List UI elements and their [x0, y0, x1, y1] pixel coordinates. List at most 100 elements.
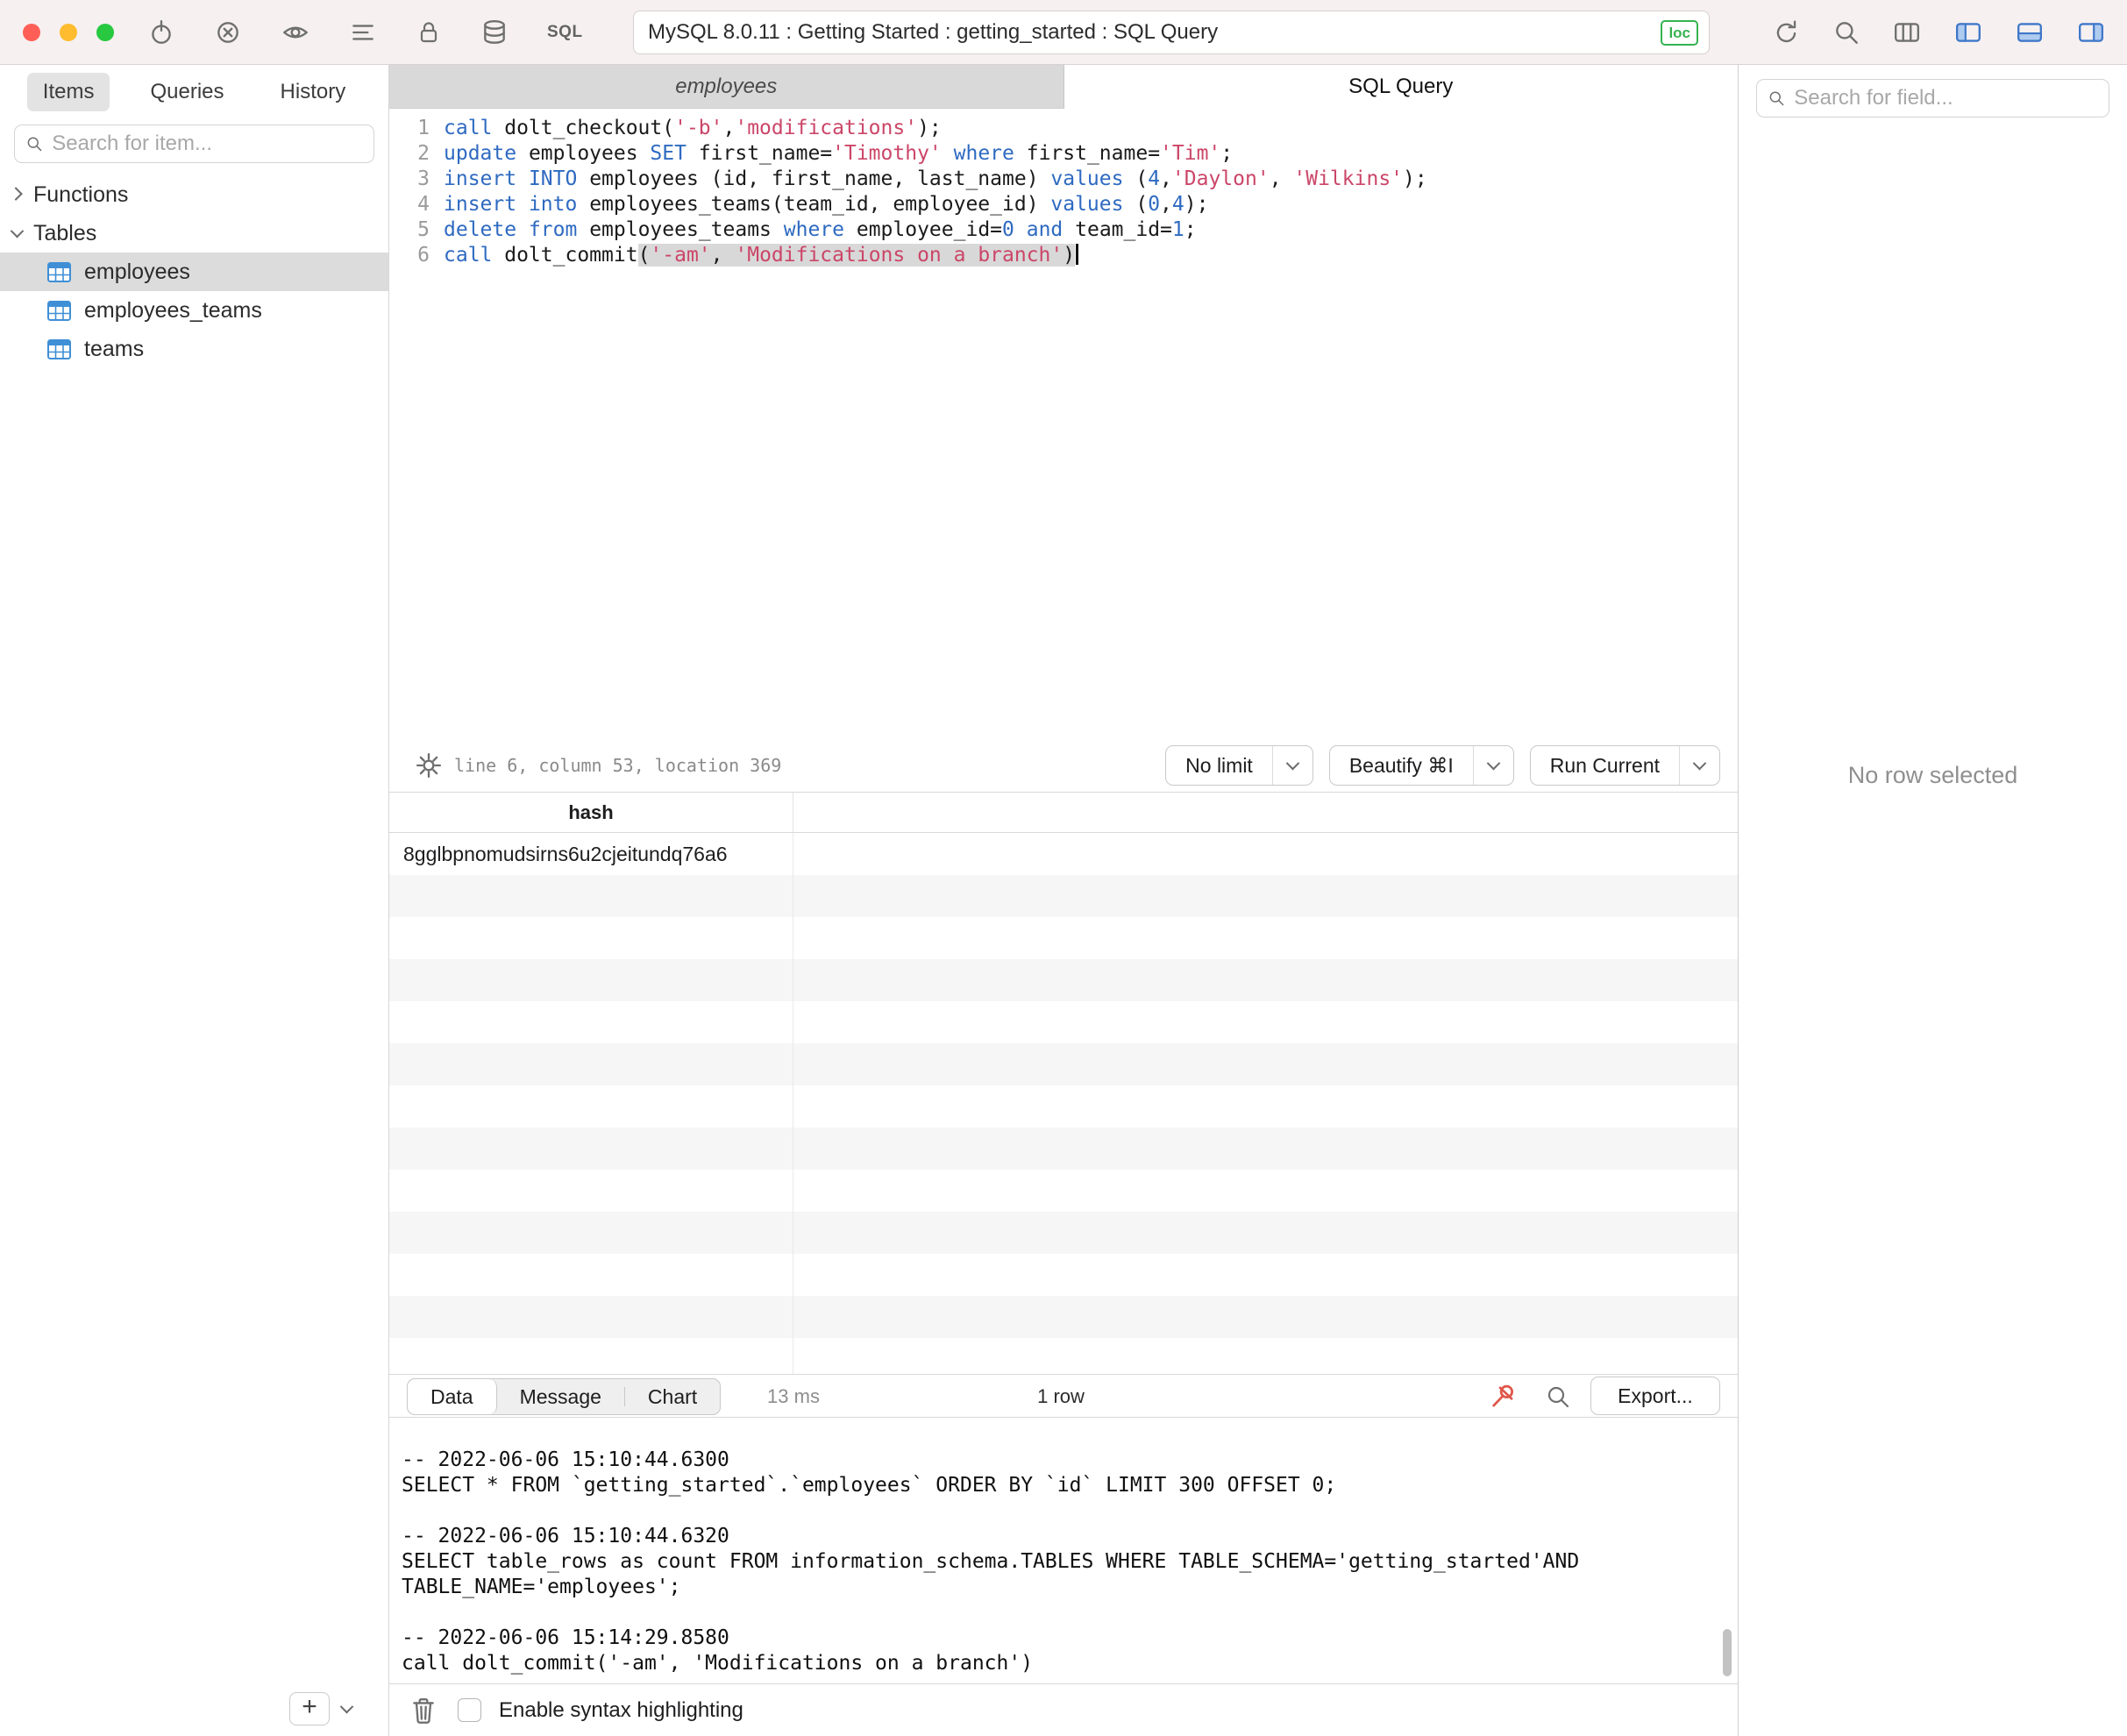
result-tab-data[interactable]: Data — [408, 1379, 497, 1414]
add-item-button[interactable]: + — [289, 1692, 330, 1725]
tab-employees[interactable]: employees — [389, 65, 1064, 109]
table-icon — [47, 261, 71, 282]
app-window: SQL MySQL 8.0.11 : Getting Started : get… — [0, 0, 2127, 1736]
sidebar-section-functions[interactable]: Functions — [0, 175, 388, 214]
trash-icon[interactable] — [410, 1697, 437, 1725]
refresh-icon[interactable] — [1773, 18, 1801, 46]
result-toolbar: Data Message Chart 13 ms 1 row Export... — [389, 1374, 1738, 1418]
sidebar-search-field[interactable] — [14, 125, 374, 163]
result-row — [389, 1001, 1738, 1043]
chevron-down-icon — [1486, 756, 1500, 770]
window-title: MySQL 8.0.11 : Getting Started : getting… — [648, 20, 1219, 44]
export-button[interactable]: Export... — [1590, 1377, 1720, 1415]
syntax-highlighting-checkbox[interactable] — [458, 1698, 481, 1722]
lock-icon[interactable] — [416, 18, 442, 46]
search-icon[interactable] — [1832, 18, 1860, 46]
console-line: SELECT table_rows as count FROM informat… — [402, 1550, 1580, 1573]
database-icon[interactable] — [480, 18, 509, 46]
table-icon — [47, 338, 71, 359]
result-row — [389, 917, 1738, 959]
pin-icon[interactable] — [1489, 1382, 1519, 1412]
result-tabs: Data Message Chart — [407, 1378, 722, 1415]
sidebar-search-input[interactable] — [52, 132, 363, 156]
code-lines: 1 call dolt_checkout('-b','modifications'… — [389, 116, 1738, 268]
limit-dropdown[interactable]: No limit — [1165, 745, 1313, 786]
field-search-input[interactable] — [1794, 86, 2098, 110]
sidebar-tab-queries[interactable]: Queries — [134, 73, 239, 111]
toggle-right-panel-icon[interactable] — [2076, 18, 2106, 46]
sql-badge: SQL — [547, 23, 583, 41]
result-tab-message[interactable]: Message — [497, 1379, 624, 1414]
result-icons — [1489, 1375, 1571, 1419]
disconnect-icon[interactable] — [214, 18, 242, 46]
minimize-window-button[interactable] — [60, 24, 77, 41]
chevron-down-icon — [1692, 756, 1707, 770]
add-item-menu-button[interactable] — [330, 1692, 363, 1725]
run-dropdown-caret[interactable] — [1679, 746, 1719, 785]
section-label: Functions — [33, 181, 129, 207]
field-panel: No row selected — [1738, 65, 2127, 1736]
code-line[interactable]: 1 call dolt_checkout('-b','modifications'… — [389, 116, 1738, 141]
beautify-button[interactable]: Beautify ⌘I — [1328, 745, 1514, 786]
console-line: SELECT * FROM `getting_started`.`employe… — [402, 1474, 1337, 1497]
eye-icon[interactable] — [281, 18, 310, 46]
chevron-down-icon — [339, 1699, 353, 1713]
console-panel[interactable]: -- 2022-06-06 15:10:44.6300 SELECT * FROM… — [389, 1418, 1738, 1683]
toolbar-right-icons — [1773, 0, 2106, 65]
table-name: employees — [84, 259, 190, 284]
toggle-left-panel-icon[interactable] — [1953, 18, 1983, 46]
close-window-button[interactable] — [23, 24, 40, 41]
line-number: 3 — [417, 167, 430, 190]
sidebar-tab-history[interactable]: History — [265, 73, 362, 111]
search-icon — [1769, 91, 1784, 106]
result-row[interactable]: 8gglbpnomudsirns6u2cjeitundq76a6 — [389, 833, 1738, 875]
result-row — [389, 1296, 1738, 1338]
sidebar-tab-items[interactable]: Items — [26, 73, 110, 111]
console-footer: Enable syntax highlighting — [389, 1683, 1738, 1736]
log-icon[interactable] — [349, 18, 377, 46]
text-cursor — [1076, 244, 1078, 265]
beautify-dropdown-caret[interactable] — [1472, 746, 1513, 785]
field-search[interactable] — [1756, 79, 2109, 117]
column-header-empty — [793, 793, 1738, 832]
result-tab-chart[interactable]: Chart — [625, 1379, 720, 1414]
sidebar-table-teams[interactable]: teams — [0, 330, 388, 368]
power-icon[interactable] — [147, 18, 175, 46]
result-row — [389, 1212, 1738, 1254]
code-line[interactable]: 4 insert into employees_teams(team_id, em… — [389, 192, 1738, 217]
window-controls — [23, 24, 114, 41]
limit-dropdown-caret[interactable] — [1271, 746, 1312, 785]
code-line[interactable]: 6 call dolt_commit('-am', 'Modifications … — [389, 243, 1738, 268]
gear-icon[interactable] — [416, 752, 442, 779]
console-line: -- 2022-06-06 15:10:44.6320 — [402, 1525, 729, 1547]
code-line[interactable]: 2 update employees SET first_name='Timoth… — [389, 141, 1738, 167]
toolbar-left-icons: SQL — [147, 0, 583, 65]
sidebar-section-tables[interactable]: Tables — [0, 214, 388, 253]
connection-title-field[interactable]: MySQL 8.0.11 : Getting Started : getting… — [633, 11, 1710, 54]
row-count: 1 row — [1037, 1385, 1085, 1407]
zoom-window-button[interactable] — [96, 24, 114, 41]
sidebar-tabs: Items Queries History — [0, 65, 388, 119]
console-log: -- 2022-06-06 15:10:44.6300 SELECT * FROM… — [402, 1448, 1711, 1676]
search-results-icon[interactable] — [1545, 1384, 1571, 1410]
table-name: teams — [84, 336, 145, 361]
console-scrollbar[interactable] — [1723, 1629, 1732, 1676]
line-number: 6 — [417, 244, 430, 267]
results-body: 8gglbpnomudsirns6u2cjeitundq76a6 — [389, 833, 1738, 1374]
line-number: 1 — [417, 117, 430, 139]
column-header-hash[interactable]: hash — [389, 793, 793, 832]
result-row — [389, 1338, 1738, 1374]
main-panel: employees SQL Query 1 call dolt_checkout(… — [389, 65, 1738, 1736]
tab-sql-query[interactable]: SQL Query — [1064, 65, 1738, 109]
sidebar-table-employees_teams[interactable]: employees_teams — [0, 291, 388, 330]
titlebar: SQL MySQL 8.0.11 : Getting Started : get… — [0, 0, 2127, 65]
sql-editor[interactable]: 1 call dolt_checkout('-b','modifications'… — [389, 109, 1738, 739]
window-panes-icon[interactable] — [1892, 18, 1922, 46]
add-item-control: + — [289, 1692, 363, 1725]
run-current-button[interactable]: Run Current — [1529, 745, 1720, 786]
sidebar-table-employees[interactable]: employees — [0, 253, 388, 291]
toggle-bottom-panel-icon[interactable] — [2015, 18, 2045, 46]
code-line[interactable]: 5 delete from employees_teams where emplo… — [389, 217, 1738, 243]
code-line[interactable]: 3 insert INTO employees (id, first_name, … — [389, 167, 1738, 192]
